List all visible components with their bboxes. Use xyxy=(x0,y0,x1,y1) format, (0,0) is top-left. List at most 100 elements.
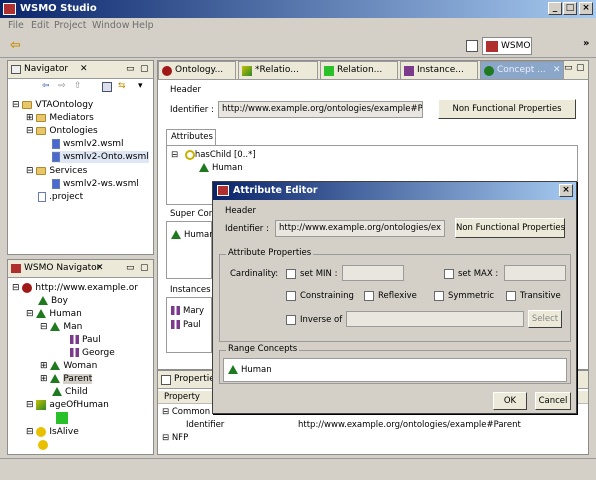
tab-relation-modified[interactable]: *Relatio... xyxy=(238,61,318,79)
set-min-label: set MIN : xyxy=(300,269,338,279)
tree-item[interactable]: .project xyxy=(38,191,83,203)
wsml-file-icon xyxy=(52,178,60,189)
min-input[interactable] xyxy=(342,265,404,281)
tree-item[interactable]: ⊟ http://www.example.or xyxy=(12,282,138,294)
tree-item[interactable]: Child xyxy=(52,386,88,398)
tree-item[interactable]: George xyxy=(70,347,115,359)
set-min-checkbox[interactable] xyxy=(286,269,296,279)
symmetric-checkbox[interactable] xyxy=(434,291,444,301)
view-menu-icon[interactable]: ▾ xyxy=(138,81,143,91)
back-arrow-icon[interactable]: ⇦ xyxy=(10,38,21,53)
attribute-range[interactable]: Human xyxy=(199,163,243,173)
wsmo-perspective-button[interactable]: WSMO xyxy=(482,37,532,55)
minimize-view-icon[interactable]: ▭ xyxy=(126,61,135,78)
tree-item[interactable]: ⊞ Woman xyxy=(40,360,97,372)
tree-item[interactable]: ⊟ Services xyxy=(26,165,87,177)
max-input[interactable] xyxy=(504,265,566,281)
inverse-of-input[interactable] xyxy=(346,311,524,327)
maximize-view-icon[interactable]: ▢ xyxy=(576,63,585,73)
tree-item[interactable]: ⊟ Man xyxy=(40,321,82,333)
navigator-icon xyxy=(11,65,21,74)
instance-icon xyxy=(171,320,180,329)
set-max-checkbox[interactable] xyxy=(444,269,454,279)
menu-project[interactable]: Project xyxy=(54,20,87,31)
transitive-checkbox[interactable] xyxy=(506,291,516,301)
instance-item[interactable]: Mary xyxy=(171,306,204,316)
close-button[interactable]: × xyxy=(579,2,593,15)
range-concepts-group: Range Concepts Human xyxy=(219,344,571,384)
tree-item[interactable]: wsmlv2-ws.wsml xyxy=(52,178,139,190)
symmetric-label: Symmetric xyxy=(448,291,495,301)
up-icon[interactable]: ⇧ xyxy=(74,81,82,91)
dialog-identifier-label: Identifier : xyxy=(225,224,269,234)
menu-edit[interactable]: Edit xyxy=(31,20,49,31)
maximize-view-icon[interactable]: ▢ xyxy=(140,260,149,277)
tab-instance[interactable]: Instance... xyxy=(400,61,478,79)
constraining-checkbox[interactable] xyxy=(286,291,296,301)
link-editor-icon[interactable]: ⇆ xyxy=(118,81,126,91)
minimize-view-icon[interactable]: ▭ xyxy=(564,63,573,73)
open-perspective-icon[interactable] xyxy=(466,40,478,52)
tree-item[interactable]: ⊟ ageOfHuman xyxy=(26,399,109,411)
close-icon[interactable]: ✕ xyxy=(553,62,561,79)
concept-icon xyxy=(484,66,494,76)
nfp-button[interactable]: Non Functional Properties xyxy=(438,99,576,119)
menu-file[interactable]: File xyxy=(8,20,24,31)
super-concepts-list: Human xyxy=(166,221,215,279)
tab-relation[interactable]: Relation... xyxy=(320,61,398,79)
group-common[interactable]: ⊟ Common xyxy=(162,407,210,417)
ok-button[interactable]: OK xyxy=(493,392,527,410)
navigator-tab[interactable]: Navigator ✕ ▭ ▢ xyxy=(8,61,153,79)
tree-item[interactable]: ⊞ Mediators xyxy=(26,112,94,124)
instances-label: Instances xyxy=(170,285,211,295)
inverse-of-checkbox[interactable] xyxy=(286,315,296,325)
range-concept-item[interactable]: Human xyxy=(228,365,272,375)
identifier-field[interactable]: http://www.example.org/ontologies/exampl… xyxy=(218,101,423,118)
tree-item[interactable]: Paul xyxy=(70,334,101,346)
attribute-item[interactable]: ⊟ hasChild [0..*] xyxy=(171,150,256,160)
tab-concept[interactable]: Concept ... ✕ xyxy=(480,61,564,79)
dialog-nfp-button[interactable]: Non Functional Properties xyxy=(455,218,565,238)
forward-icon[interactable]: ⇨ xyxy=(58,81,66,91)
dialog-identifier-field[interactable]: http://www.example.org/ontologies/ex xyxy=(275,220,445,237)
chevron-right-icon[interactable]: » xyxy=(583,38,589,49)
tree-item[interactable] xyxy=(56,412,71,425)
minimize-button[interactable]: _ xyxy=(548,2,562,15)
tab-ontology[interactable]: Ontology... xyxy=(158,61,236,79)
select-button[interactable]: Select xyxy=(528,310,562,328)
menu-window[interactable]: Window xyxy=(92,20,129,31)
concept-icon xyxy=(50,322,61,331)
folder-icon xyxy=(36,113,47,122)
maximize-button[interactable]: □ xyxy=(563,2,577,15)
tree-item[interactable]: wsmlv2.wsml xyxy=(52,138,124,150)
tree-item[interactable]: ⊟ IsAlive xyxy=(26,426,79,438)
cancel-button[interactable]: Cancel xyxy=(535,392,571,410)
tree-item-selected[interactable]: wsmlv2-Onto.wsml xyxy=(52,151,149,163)
close-icon[interactable]: ✕ xyxy=(80,61,88,78)
instance-item[interactable]: Paul xyxy=(171,320,201,330)
navigator-toolbar: ⇦ ⇨ ⇧ ⇆ ▾ xyxy=(8,80,153,96)
maximize-view-icon[interactable]: ▢ xyxy=(140,61,149,78)
tree-item[interactable]: ⊟ Ontologies xyxy=(26,125,98,137)
group-nfp[interactable]: ⊟ NFP xyxy=(162,433,188,443)
reflexive-checkbox[interactable] xyxy=(364,291,374,301)
tree-item[interactable]: Boy xyxy=(38,295,68,307)
prop-identifier-value[interactable]: http://www.example.org/ontologies/exampl… xyxy=(298,420,521,430)
back-icon[interactable]: ⇦ xyxy=(42,81,50,91)
tree-item[interactable] xyxy=(38,439,51,451)
wsmo-navigator-tab[interactable]: WSMO Navigator ✕ ▭ ▢ xyxy=(8,260,153,278)
inverse-of-label: Inverse of xyxy=(300,315,343,325)
collapse-all-icon[interactable] xyxy=(102,82,112,92)
tree-item[interactable]: ⊟ Human xyxy=(26,308,82,320)
concept-icon xyxy=(38,296,48,305)
menu-help[interactable]: Help xyxy=(132,20,154,31)
dialog-close-button[interactable]: × xyxy=(559,184,573,197)
perspective-label: WSMO xyxy=(501,41,531,51)
minimize-view-icon[interactable]: ▭ xyxy=(126,260,135,277)
attributes-tab[interactable]: Attributes xyxy=(166,129,216,145)
wsml-file-icon xyxy=(52,138,60,149)
super-concept-item[interactable]: Human xyxy=(171,230,215,240)
close-icon[interactable]: ✕ xyxy=(96,260,104,277)
tree-item[interactable]: ⊟ VTAOntology xyxy=(12,99,93,111)
tree-item-selected[interactable]: ⊞ Parent xyxy=(40,373,93,385)
